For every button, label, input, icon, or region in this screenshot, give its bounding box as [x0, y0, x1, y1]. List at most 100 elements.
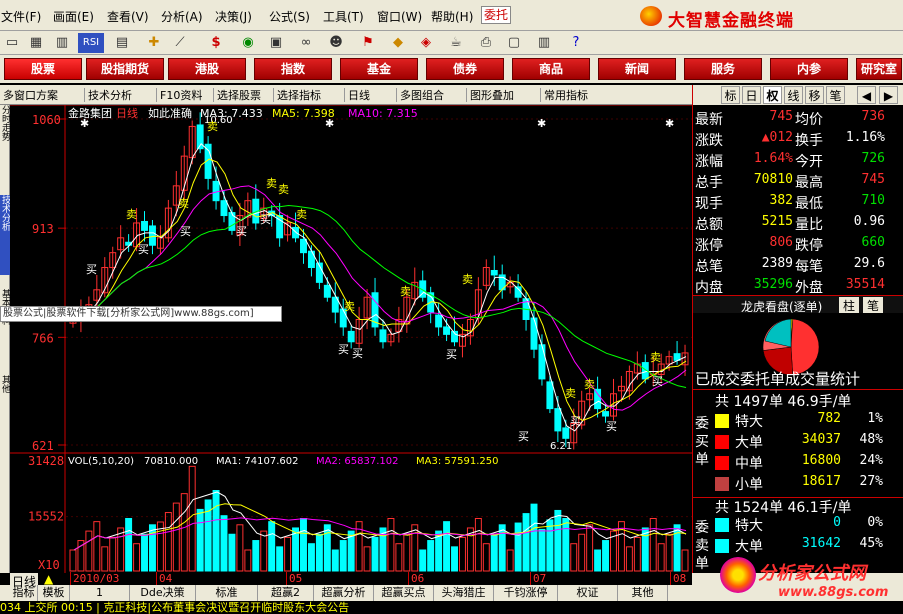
cup-icon[interactable]: ☕	[446, 33, 466, 53]
tab-5[interactable]: 债券	[426, 58, 504, 80]
triangle-up-icon[interactable]: ▲	[44, 572, 53, 586]
quote-label: 总手	[695, 175, 723, 191]
menu-item-7[interactable]: 窗口(W)	[377, 8, 422, 25]
bottom-tab-10[interactable]: 权证	[558, 585, 618, 601]
bottom-tab-2[interactable]: 1	[70, 585, 130, 601]
quote-value: 35514	[845, 277, 885, 292]
tab-9[interactable]: 内参	[770, 58, 848, 80]
dollar-icon[interactable]: $	[206, 33, 226, 53]
trade-button[interactable]: 委托	[481, 6, 511, 24]
layout-icon[interactable]: ▣	[266, 33, 286, 53]
color-swatch	[715, 518, 729, 532]
ruler-icon[interactable]: ⟋	[170, 33, 190, 53]
bottom-tab-5[interactable]: 超赢2	[258, 585, 314, 601]
toolbar2-item-5[interactable]: 日线	[348, 87, 370, 103]
menu-item-4[interactable]: 决策(J)	[215, 8, 252, 25]
left-tab-2[interactable]: 基本资料	[0, 289, 10, 359]
quote-tab-5[interactable]: 笔	[826, 86, 845, 104]
tab-6[interactable]: 商品	[512, 58, 590, 80]
bottom-tab-9[interactable]: 千钧涨停	[494, 585, 558, 601]
menu-item-2[interactable]: 查看(V)	[107, 8, 149, 25]
zhu-button[interactable]: 柱	[839, 297, 859, 313]
books-icon[interactable]: ▥	[534, 33, 554, 53]
quote-tab-4[interactable]: 移	[805, 86, 824, 104]
volume-bar	[530, 503, 538, 572]
quote-value: 0.96	[853, 214, 885, 229]
volume-bar	[443, 521, 451, 572]
tab-8[interactable]: 服务	[684, 58, 762, 80]
quote-value: 736	[861, 109, 885, 124]
candle-body	[228, 212, 236, 231]
tab-7[interactable]: 新闻	[598, 58, 676, 80]
quote-row: 内盘 35296 外盘 35514	[695, 275, 887, 296]
prev-icon[interactable]: ◀	[857, 86, 876, 104]
date-tick-label: 07	[530, 572, 546, 585]
tab-10[interactable]: 研究室	[856, 58, 902, 80]
menu-item-6[interactable]: 工具(T)	[323, 8, 364, 25]
left-tab-0[interactable]: 分时走势	[0, 105, 10, 165]
chart-icon[interactable]: ▦	[26, 33, 46, 53]
toolbar2-item-7[interactable]: 图形叠加	[470, 87, 514, 103]
color-swatch	[715, 456, 729, 470]
quote-tab-0[interactable]: 标	[721, 86, 740, 104]
kline-icon[interactable]: ▥	[52, 33, 72, 53]
bottom-tab-11[interactable]: 其他	[618, 585, 668, 601]
people-icon[interactable]: ☻	[326, 33, 346, 53]
tab-4[interactable]: 基金	[340, 58, 418, 80]
help-icon[interactable]: ?	[566, 33, 586, 53]
chart-header-note: 如此准确	[148, 106, 192, 120]
menu-item-8[interactable]: 帮助(H)	[431, 8, 473, 25]
binoculars-icon[interactable]: ∞	[296, 33, 316, 53]
diamond-icon[interactable]: ◆	[388, 33, 408, 53]
candle-body	[220, 200, 228, 217]
menu-item-5[interactable]: 公式(S)	[269, 8, 310, 25]
alert-icon[interactable]: ◈	[416, 33, 436, 53]
menu-item-3[interactable]: 分析(A)	[161, 8, 203, 25]
toolbar2-item-8[interactable]: 常用指标	[544, 87, 588, 103]
quote-tab-2[interactable]: 权	[763, 86, 782, 104]
bi-button[interactable]: 笔	[863, 297, 883, 313]
tab-1[interactable]: 股指期货	[86, 58, 164, 80]
bottom-tab-1[interactable]: 模板	[38, 585, 70, 601]
volume-bar	[514, 522, 522, 572]
bottom-tab-6[interactable]: 超赢分析	[314, 585, 374, 601]
compare-icon[interactable]: ◉	[238, 33, 258, 53]
quote-value: 5215	[761, 214, 793, 229]
window-icon[interactable]: ▢	[504, 33, 524, 53]
flag-icon[interactable]: ⚑	[358, 33, 378, 53]
kline-chart[interactable]: 1060 913 766 621 金路集团 日线 如此准确 MA3: 7.433 MA5: 7.…	[10, 104, 692, 573]
quote-tab-3[interactable]: 线	[784, 86, 803, 104]
tab-2[interactable]: 港股	[168, 58, 246, 80]
tab-0[interactable]: 股票	[4, 58, 82, 80]
grid-icon[interactable]: ▤	[112, 33, 132, 53]
volume-bar	[220, 515, 228, 572]
quote-tab-1[interactable]: 日	[742, 86, 761, 104]
toolbar2-item-1[interactable]: 技术分析	[88, 87, 132, 103]
next-icon[interactable]: ▶	[879, 86, 898, 104]
rsi-icon[interactable]: RSI	[78, 33, 104, 53]
menu-item-1[interactable]: 画面(E)	[53, 8, 94, 25]
bottom-tab-0[interactable]: 指标	[10, 585, 38, 601]
bottom-tab-4[interactable]: 标准	[196, 585, 258, 601]
site-watermark-title: 分析家公式网	[758, 563, 866, 584]
left-tab-1[interactable]: 技术分析	[0, 195, 10, 275]
bottom-tab-7[interactable]: 超赢买点	[374, 585, 434, 601]
left-tab-3[interactable]: 其他	[0, 375, 10, 425]
bottom-tab-3[interactable]: Dde决策	[130, 585, 196, 601]
toolbar2-item-2[interactable]: F10资料	[160, 87, 202, 103]
toolbar2-item-4[interactable]: 选择指标	[277, 87, 321, 103]
toolbar2-item-3[interactable]: 选择股票	[217, 87, 261, 103]
tab-3[interactable]: 指数	[254, 58, 332, 80]
crosshair-icon[interactable]: ✚	[144, 33, 164, 53]
order-percent: 24%	[859, 453, 883, 468]
menu-item-0[interactable]: 文件(F)	[1, 8, 41, 25]
candle-body	[148, 225, 156, 246]
chart-canvas[interactable]: 1060913766621金路集团 日线 如此准确 MA3: 7.433 MA5: 7.…	[10, 104, 692, 573]
volume-header-vma3: MA3: 57591.250	[416, 456, 498, 467]
print-icon[interactable]: ⎙	[476, 33, 496, 53]
bottom-tab-8[interactable]: 头海猎庄(1)	[434, 585, 494, 614]
toolbar2-item-6[interactable]: 多图组合	[400, 87, 444, 103]
folder-icon[interactable]: ▭	[2, 33, 22, 53]
toolbar2-item-0[interactable]: 多窗口方案	[3, 87, 58, 103]
quote-label: 总额	[695, 217, 723, 233]
